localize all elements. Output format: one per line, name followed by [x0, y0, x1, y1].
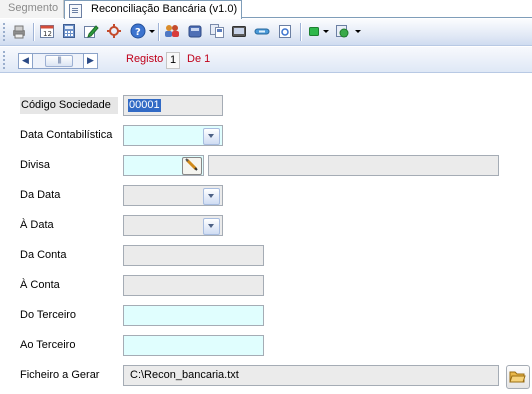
tab-segmento[interactable]: Segmento: [0, 0, 64, 18]
folder-icon[interactable]: [506, 365, 530, 389]
calendar-icon[interactable]: 12: [39, 23, 55, 39]
chevron-down-icon[interactable]: [203, 188, 220, 205]
copy-icon[interactable]: [209, 23, 225, 39]
data-contabilistica-picker[interactable]: [123, 125, 223, 146]
da-conta-field[interactable]: [123, 245, 264, 266]
record-scrollbar[interactable]: ||||: [32, 53, 85, 69]
codigo-sociedade-value: 00001: [128, 99, 161, 112]
toolbar: 12 ?: [0, 19, 532, 46]
divisa-description-field: [208, 155, 499, 176]
edit-icon[interactable]: [83, 23, 99, 39]
previous-record-button[interactable]: ◀: [18, 53, 33, 69]
settings-dropdown-caret[interactable]: [355, 30, 361, 33]
users-icon[interactable]: [164, 23, 180, 39]
record-navigation-bar: ◀ |||| ▶: [0, 47, 532, 73]
da-data-picker[interactable]: [123, 185, 223, 206]
a-data-label: À Data: [20, 219, 54, 231]
settings-icon[interactable]: [334, 23, 350, 39]
do-terceiro-field[interactable]: [123, 305, 264, 326]
chevron-down-icon[interactable]: [203, 218, 220, 235]
tab-reconciliacao-label: Reconciliação Bancária (v1.0): [91, 3, 238, 15]
total-records-label: De 1: [187, 53, 211, 65]
da-data-label: Da Data: [20, 189, 61, 201]
navbar-grip[interactable]: [3, 51, 5, 69]
svg-text:?: ?: [135, 27, 141, 38]
pencil-icon[interactable]: [182, 157, 202, 175]
data-contabilistica-label: Data Contabilística: [20, 129, 113, 141]
svg-text:12: 12: [43, 30, 52, 38]
registo-label: Registo: [126, 53, 164, 65]
codigo-sociedade-field[interactable]: 00001: [123, 95, 223, 116]
toolbar-separator: [158, 23, 159, 41]
a-conta-field[interactable]: [123, 275, 264, 296]
ao-terceiro-field[interactable]: [123, 335, 264, 356]
a-data-picker[interactable]: [123, 215, 223, 236]
ao-terceiro-label: Ao Terceiro: [20, 339, 76, 351]
codigo-sociedade-label: Código Sociedade: [20, 97, 118, 114]
divisa-field[interactable]: [123, 155, 204, 176]
import-icon[interactable]: [187, 23, 203, 39]
document-icon: [69, 4, 82, 18]
calculator-icon[interactable]: [61, 23, 77, 39]
next-record-button[interactable]: ▶: [83, 53, 98, 69]
help-dropdown-caret[interactable]: [149, 30, 155, 33]
a-conta-label: À Conta: [20, 279, 60, 291]
tab-segmento-label: Segmento: [8, 2, 59, 14]
print-icon[interactable]: [11, 23, 27, 39]
toolbar-separator: [33, 23, 34, 41]
do-terceiro-label: Do Terceiro: [20, 309, 77, 321]
link-icon[interactable]: [254, 23, 270, 39]
da-conta-label: Da Conta: [20, 249, 67, 261]
green-dropdown-caret[interactable]: [323, 30, 329, 33]
current-record-field[interactable]: 1: [166, 52, 180, 69]
toolbar-separator: [300, 23, 301, 41]
tab-reconciliacao[interactable]: Reconciliação Bancária (v1.0): [64, 0, 242, 19]
toolbar-grip[interactable]: [3, 23, 5, 41]
divisa-label: Divisa: [20, 159, 50, 171]
ficheiro-a-gerar-label: Ficheiro a Gerar: [20, 369, 100, 381]
chevron-down-icon[interactable]: [203, 128, 220, 145]
refresh-icon[interactable]: [277, 23, 293, 39]
export-icon[interactable]: [231, 23, 247, 39]
help-icon[interactable]: ?: [130, 23, 146, 39]
green-status-icon[interactable]: [306, 23, 322, 39]
tools-icon[interactable]: [106, 23, 122, 39]
record-scrollbar-thumb[interactable]: ||||: [45, 55, 73, 67]
ficheiro-a-gerar-field[interactable]: C:\Recon_bancaria.txt: [123, 365, 499, 386]
tab-bar: Segmento Reconciliação Bancária (v1.0): [0, 0, 532, 19]
